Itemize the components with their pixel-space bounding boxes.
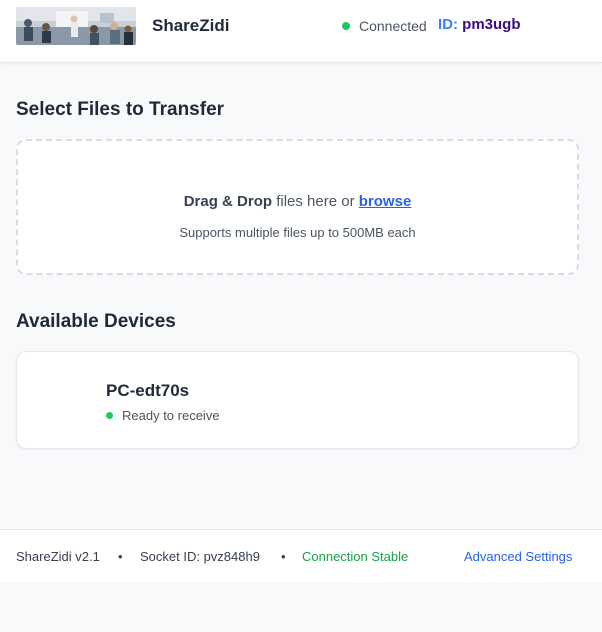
file-support-text: Supports multiple files up to 500MB each [179,225,416,240]
device-card[interactable]: PC-edt70s Ready to receive [16,351,579,449]
drag-drop-label: Drag & Drop [183,193,273,210]
peer-id: ID: pm3ugb [438,16,521,33]
app-name: ShareZidi [152,16,230,35]
device-status-label: Ready to receive [122,408,220,423]
browse-link[interactable]: browse [359,193,412,210]
advanced-settings-link[interactable]: Advanced Settings [464,549,572,564]
footer-separator: • [118,549,123,564]
peer-id-label: ID: [438,16,458,33]
socket-id: Socket ID: pvz848h9 [140,549,260,564]
file-dropzone[interactable]: Drag & Drop files here or browse Support… [16,139,579,275]
logo-image [16,7,136,45]
device-status-dot-icon [106,412,113,419]
app-header: ShareZidi Connected ID: pm3ugb [0,0,602,63]
peer-id-value: pm3ugb [462,16,521,33]
device-status: Ready to receive [106,408,220,423]
dropzone-instructions: Drag & Drop files here or browse [18,193,577,210]
app-version: ShareZidi v2.1 [16,549,100,564]
transfer-heading: Select Files to Transfer [16,99,225,120]
device-name: PC-edt70s [106,381,190,400]
connection-status-label: Connected [359,18,427,34]
status-dot-icon [342,22,350,30]
app-footer: ShareZidi v2.1 • Socket ID: pvz848h9 • C… [0,529,602,583]
devices-heading: Available Devices [16,311,176,332]
drop-text: files here or [272,193,359,210]
footer-separator: • [281,549,286,564]
connection-status: Connected [342,18,427,34]
connection-stable-status: Connection Stable [302,549,409,564]
